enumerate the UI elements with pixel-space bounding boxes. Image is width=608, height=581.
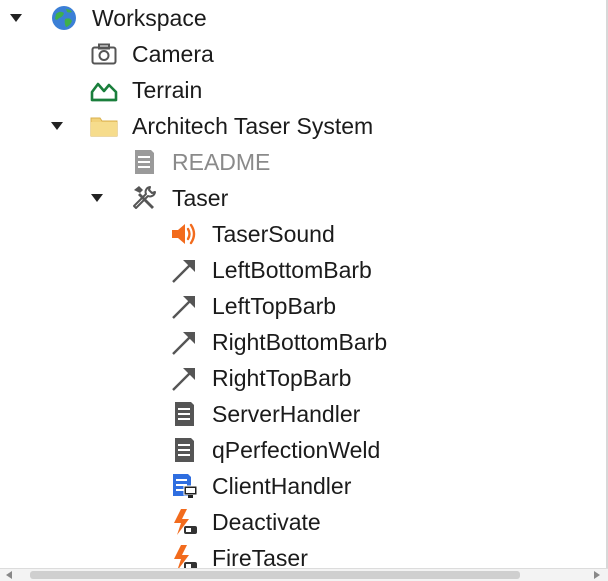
tree-item-label: ServerHandler — [212, 401, 361, 427]
tree-item-label: RightTopBarb — [212, 365, 352, 391]
tree-item-label: RightBottomBarb — [212, 329, 388, 355]
tree-row-lefttopbarb[interactable]: LeftTopBarb — [0, 288, 606, 324]
script-icon — [169, 435, 199, 465]
attachment-arrow-icon — [169, 255, 199, 285]
tree-row-deactivate[interactable]: Deactivate — [0, 504, 606, 540]
tree-item-label: Taser — [172, 185, 229, 211]
tree-row-rightbottombarb[interactable]: RightBottomBarb — [0, 324, 606, 360]
local-script-icon — [169, 471, 199, 501]
scroll-left-icon[interactable] — [2, 569, 18, 581]
script-icon — [169, 399, 199, 429]
tree-row-readme[interactable]: README — [0, 144, 606, 180]
expand-arrow-icon[interactable] — [49, 118, 65, 134]
tree-item-label: TaserSound — [212, 221, 335, 247]
tree-row-tasersound[interactable]: TaserSound — [0, 216, 606, 252]
tree-row-serverhandler[interactable]: ServerHandler — [0, 396, 606, 432]
terrain-icon — [89, 75, 119, 105]
globe-icon — [49, 3, 79, 33]
tool-icon — [129, 183, 159, 213]
tree-item-label: ClientHandler — [212, 473, 352, 499]
sound-icon — [169, 219, 199, 249]
expand-arrow-icon[interactable] — [89, 190, 105, 206]
tree-item-label: Deactivate — [212, 509, 321, 535]
tree-item-label: Camera — [132, 41, 214, 67]
attachment-arrow-icon — [169, 291, 199, 321]
scroll-right-icon[interactable] — [588, 569, 604, 581]
script-icon — [129, 147, 159, 177]
remote-event-icon — [169, 507, 199, 537]
tree-row-terrain[interactable]: Terrain — [0, 72, 606, 108]
tree-row-architech-taser-system[interactable]: Architech Taser System — [0, 108, 606, 144]
attachment-arrow-icon — [169, 363, 199, 393]
tree-row-righttopbarb[interactable]: RightTopBarb — [0, 360, 606, 396]
tree-item-label: qPerfectionWeld — [212, 437, 381, 463]
tree-item-label: LeftTopBarb — [212, 293, 337, 319]
explorer-panel: Workspace Camera Terrain Architech Taser… — [0, 0, 608, 581]
folder-icon — [89, 111, 119, 141]
expand-arrow-icon[interactable] — [8, 10, 24, 26]
horizontal-scrollbar[interactable] — [0, 568, 608, 581]
tree-row-leftbottombarb[interactable]: LeftBottomBarb — [0, 252, 606, 288]
tree-item-label: Workspace — [92, 5, 207, 31]
tree-row-workspace[interactable]: Workspace — [0, 0, 606, 36]
tree-row-camera[interactable]: Camera — [0, 36, 606, 72]
attachment-arrow-icon — [169, 327, 199, 357]
camera-icon — [89, 39, 119, 69]
scrollbar-thumb[interactable] — [30, 571, 520, 579]
tree-item-label: Terrain — [132, 77, 203, 103]
tree-item-label: LeftBottomBarb — [212, 257, 372, 283]
tree-row-qperfectionweld[interactable]: qPerfectionWeld — [0, 432, 606, 468]
tree-row-clienthandler[interactable]: ClientHandler — [0, 468, 606, 504]
tree-item-label: README — [172, 149, 271, 175]
tree-row-taser[interactable]: Taser — [0, 180, 606, 216]
tree-item-label: Architech Taser System — [132, 113, 374, 139]
